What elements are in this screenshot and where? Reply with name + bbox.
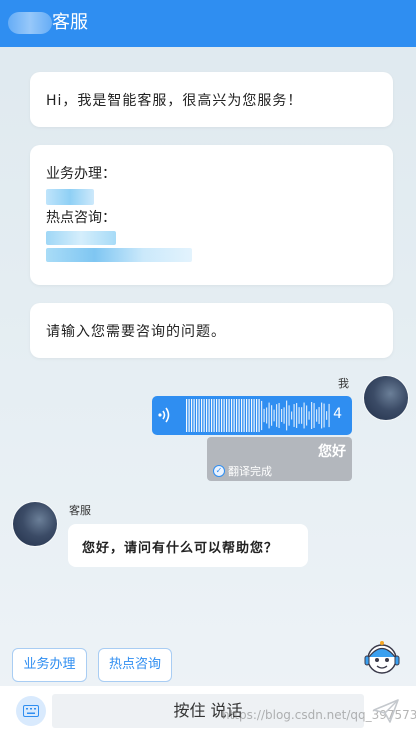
transcript-bubble: 您好 ✓ 翻译完成 xyxy=(207,437,352,481)
robot-support-icon[interactable] xyxy=(362,638,402,678)
keyboard-toggle-button[interactable] xyxy=(16,696,46,726)
greeting-card: Hi，我是智能客服，很高兴为您服务！ xyxy=(30,72,393,127)
bot-sender-label: 客服 xyxy=(69,504,91,517)
menu-card: 业务办理： 热点咨询： xyxy=(30,145,393,285)
business-label: 业务办理： xyxy=(46,166,116,182)
voice-waveform xyxy=(186,399,334,432)
app-header: 客服 xyxy=(0,0,416,47)
greeting-text: Hi，我是智能客服，很高兴为您服务！ xyxy=(46,93,303,109)
bot-avatar xyxy=(13,502,57,546)
bot-reply-text: 您好，请问有什么可以帮助您？ xyxy=(82,541,279,556)
blurred-link[interactable] xyxy=(46,189,94,205)
voice-duration: 4 xyxy=(333,406,342,422)
blurred-link[interactable] xyxy=(46,248,192,262)
voice-message[interactable]: 4 xyxy=(152,396,352,435)
bot-reply-bubble: 您好，请问有什么可以帮助您？ xyxy=(68,524,308,567)
input-bar: 按住 说话 https://blog.csdn.net/qq_39757374 xyxy=(0,686,416,737)
quick-reply-hotspot[interactable]: 热点咨询 xyxy=(98,648,172,682)
page-title: 客服 xyxy=(52,12,88,33)
transcript-status: ✓ 翻译完成 xyxy=(213,463,272,479)
transcript-text: 您好 xyxy=(318,444,346,460)
keyboard-icon xyxy=(23,705,39,717)
blurred-name xyxy=(8,12,52,34)
send-icon[interactable] xyxy=(372,698,400,728)
hotspot-label: 热点咨询： xyxy=(46,210,116,226)
user-sender-label: 我 xyxy=(338,377,349,390)
check-circle-icon: ✓ xyxy=(213,465,225,477)
blurred-link[interactable] xyxy=(46,231,116,245)
prompt-card: 请输入您需要咨询的问题。 xyxy=(30,303,393,358)
sound-wave-icon xyxy=(156,406,172,428)
prompt-text: 请输入您需要咨询的问题。 xyxy=(46,324,226,340)
user-avatar xyxy=(364,376,408,420)
transcript-status-text: 翻译完成 xyxy=(228,465,272,478)
quick-reply-business[interactable]: 业务办理 xyxy=(12,648,87,682)
